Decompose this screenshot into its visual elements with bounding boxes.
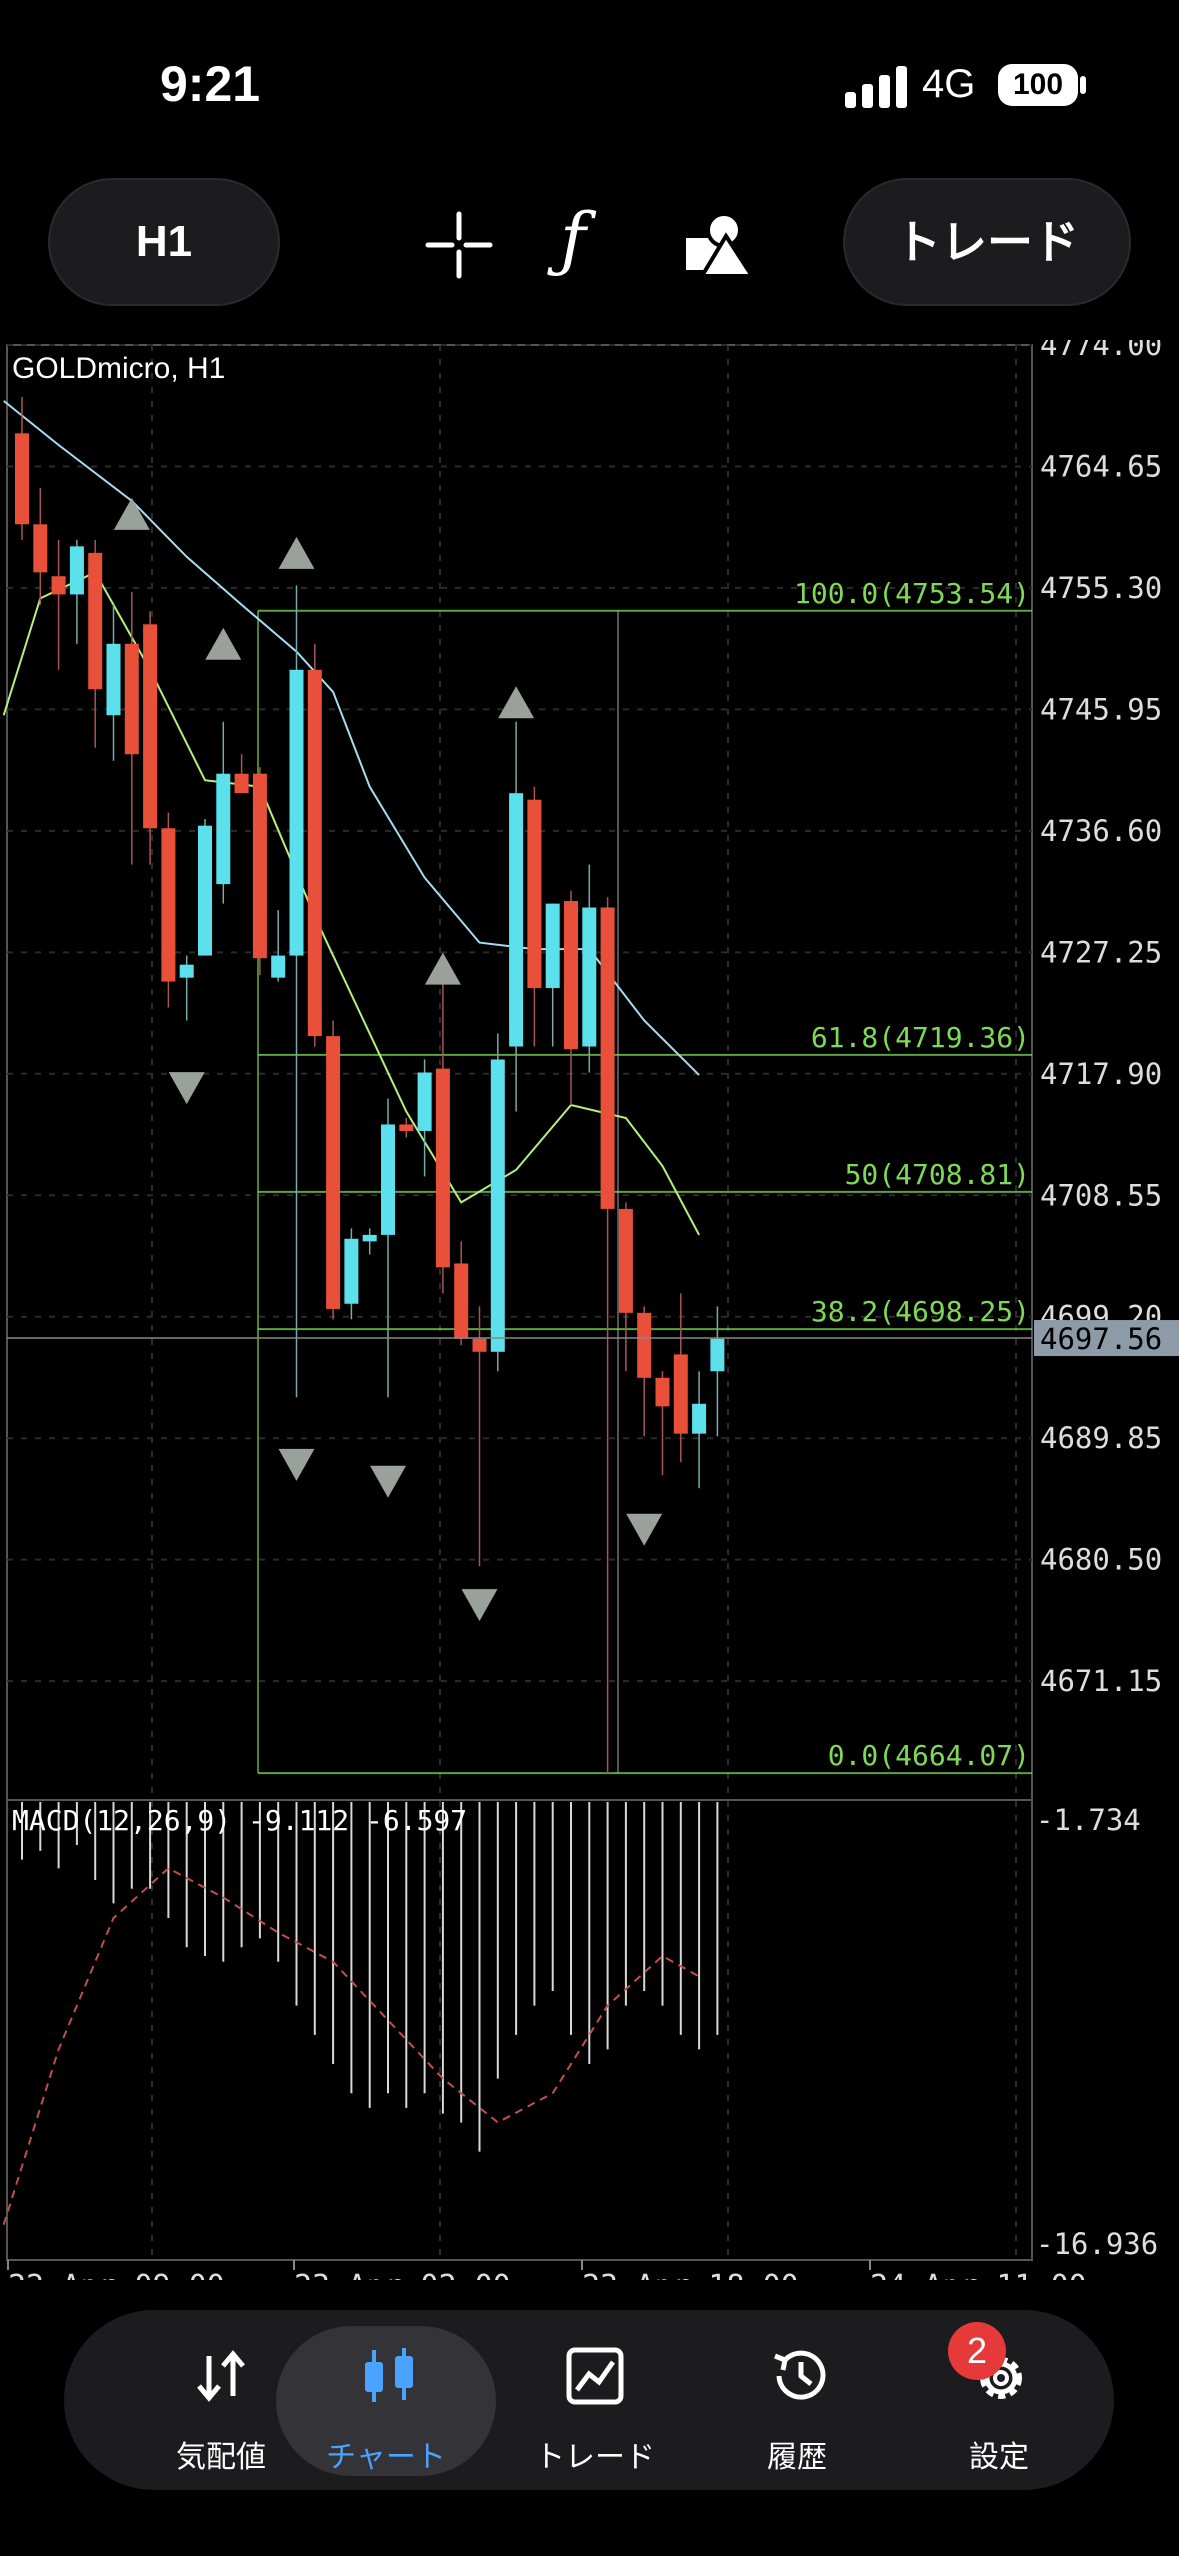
macd-axis-bottom: -16.936: [1036, 2227, 1158, 2261]
macd-label: MACD(12,26,9) -9.112 -6.597: [12, 1804, 467, 1837]
tab-trade-label: トレード: [535, 2440, 655, 2475]
price-axis-label: 4671.15: [1040, 1664, 1162, 1698]
fractal-down-arrow: [278, 1448, 315, 1481]
price-axis-label: 4727.25: [1040, 935, 1162, 969]
candle-body: [435, 1068, 450, 1268]
candle-body: [198, 825, 212, 956]
macd-axis-top: -1.734: [1036, 1803, 1141, 1837]
candle-body: [472, 1338, 487, 1352]
fractal-down-arrow: [626, 1513, 663, 1546]
candle-body: [51, 576, 66, 595]
symbol-label: GOLDmicro, H1: [12, 352, 225, 385]
fractal-down-arrow: [370, 1465, 406, 1498]
candle-body: [124, 643, 139, 755]
candle-body: [344, 1238, 359, 1304]
candle-body: [618, 1208, 633, 1313]
fib-level-label: 61.8(4719.36): [811, 1021, 1030, 1054]
candle-body: [143, 624, 158, 829]
candle-body: [509, 793, 524, 1047]
candle-body: [252, 773, 267, 959]
candle-body: [600, 907, 615, 1209]
price-axis-label: 4755.30: [1040, 571, 1162, 605]
candle-body: [33, 524, 48, 573]
battery-icon: 100: [998, 64, 1078, 106]
timeframe-button[interactable]: H1: [48, 178, 280, 306]
candle-body: [655, 1377, 670, 1407]
tab-trade[interactable]: トレード: [490, 2310, 700, 2490]
cellular-signal-icon: [845, 66, 907, 108]
time-axis-label: 23 Apr 02:00: [294, 2269, 511, 2280]
clock: 9:21: [160, 56, 261, 112]
price-axis-label: 4736.60: [1040, 814, 1162, 848]
candle-body: [582, 907, 597, 1047]
candle-body: [161, 828, 176, 982]
trade-button[interactable]: トレード: [843, 178, 1131, 306]
candle-body: [307, 669, 322, 1037]
candle-body: [673, 1354, 688, 1434]
time-axis-label: 22 Apr 09:00: [8, 2269, 225, 2280]
candle-body: [106, 643, 121, 716]
candle-body: [454, 1263, 469, 1339]
chart-icon: [365, 2348, 413, 2402]
fib-level-label: 0.0(4664.07): [828, 1739, 1030, 1772]
tab-chart[interactable]: チャート: [276, 2310, 496, 2490]
candle-body: [564, 901, 578, 1050]
candle-body: [179, 964, 194, 978]
fractal-down-arrow: [461, 1589, 498, 1622]
fractal-up-arrow: [278, 536, 315, 569]
candle-body: [234, 773, 249, 794]
candle-body: [399, 1124, 414, 1131]
quotes-icon: [197, 2350, 245, 2402]
candle-body: [545, 903, 560, 989]
candle-body: [69, 546, 84, 595]
price-axis-label: 4708.55: [1040, 1178, 1162, 1212]
candle-body: [417, 1072, 432, 1131]
crosshair-icon[interactable]: [424, 210, 494, 280]
battery-tip: [1080, 76, 1086, 94]
candle-body: [15, 433, 29, 525]
price-axis-label: 4689.85: [1040, 1421, 1162, 1455]
history-icon: [774, 2350, 826, 2400]
price-axis-label: 4717.90: [1040, 1057, 1162, 1091]
tab-history[interactable]: 履歴: [692, 2310, 902, 2490]
price-chart[interactable]: 100.0(4753.54) 61.8(4719.36) 50(4708.81) 38…: [0, 340, 1179, 2280]
fractal-up-arrow: [205, 627, 242, 660]
candle-body: [216, 773, 231, 885]
fib-level-label: 50(4708.81): [845, 1158, 1030, 1191]
time-axis-label: 24 Apr 11:00: [870, 2269, 1087, 2280]
fractal-up-arrow: [424, 952, 461, 985]
fib-level-label: 38.2(4698.25): [811, 1295, 1030, 1328]
tab-chart-label: チャート: [326, 2440, 446, 2475]
function-icon[interactable]: ƒ: [560, 198, 586, 280]
candle-body: [88, 552, 103, 690]
tab-settings-label: 設定: [969, 2440, 1029, 2475]
price-axis-label: 4764.65: [1040, 449, 1162, 483]
candle-body: [490, 1059, 505, 1352]
network-type: 4G: [922, 62, 976, 106]
candle-body: [362, 1234, 377, 1242]
chart-toolbar: H1 ƒ トレード: [0, 170, 1179, 320]
trade-icon: [566, 2347, 624, 2405]
candle-body: [527, 799, 542, 989]
price-axis-label: 4745.95: [1040, 692, 1162, 726]
shapes-icon[interactable]: [682, 210, 752, 280]
fib-level-label: 100.0(4753.54): [794, 577, 1030, 610]
candle-body: [710, 1338, 725, 1372]
status-bar: 9:21 4G 100: [0, 0, 1179, 170]
candle-body: [692, 1403, 707, 1434]
settings-badge: 2: [948, 2322, 1006, 2380]
candle-body: [271, 955, 286, 978]
candle-body: [637, 1312, 652, 1378]
time-axis-label: 23 Apr 18:00: [582, 2269, 799, 2280]
candle-body: [326, 1036, 341, 1309]
fractal-up-arrow: [498, 686, 535, 719]
candle-body: [381, 1124, 395, 1235]
candle-body: [289, 669, 304, 956]
price-axis-label: 4774.00: [1040, 340, 1162, 362]
fractal-down-arrow: [168, 1072, 205, 1105]
price-axis-label: 4680.50: [1040, 1543, 1162, 1577]
current-price-label: 4697.56: [1040, 1322, 1162, 1356]
tab-history-label: 履歴: [767, 2440, 827, 2475]
